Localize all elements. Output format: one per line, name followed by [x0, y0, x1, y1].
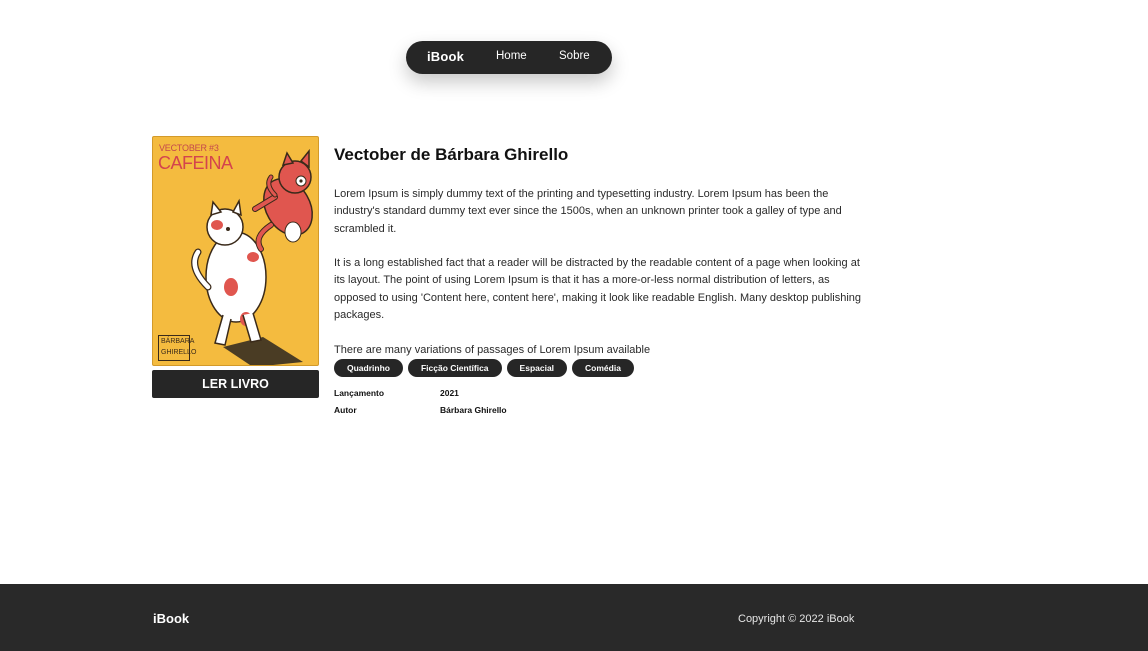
book-description-paragraph-1: Lorem Ipsum is simply dummy text of the …	[334, 188, 842, 235]
nav-logo[interactable]: iBook	[427, 49, 464, 64]
book-description-paragraph-2: It is a long established fact that a rea…	[334, 257, 862, 321]
read-book-button[interactable]: LER LIVRO	[152, 370, 319, 398]
author-label: Autor	[334, 405, 357, 415]
release-value: 2021	[440, 388, 459, 398]
cover-author-mark: BÁRBARA GHIRELLO	[158, 335, 196, 361]
book-title: Vectober de Bárbara Ghirello	[334, 145, 569, 164]
cover-title: CAFEINA	[158, 153, 233, 173]
book-description-paragraph-3: There are many variations of passages of…	[334, 344, 651, 356]
page-footer: iBook Copyright © 2022 iBook	[0, 584, 1148, 651]
author-value: Bárbara Ghirello	[440, 405, 507, 415]
genre-tags: Quadrinho Ficção Científica Espacial Com…	[334, 359, 634, 377]
tag-espacial[interactable]: Espacial	[506, 359, 568, 377]
release-label: Lançamento	[334, 388, 385, 398]
nav-link-home[interactable]: Home	[496, 50, 527, 62]
tag-comedia[interactable]: Comédia	[572, 359, 634, 377]
tag-quadrinho[interactable]: Quadrinho	[334, 359, 403, 377]
nav-link-sobre[interactable]: Sobre	[559, 50, 590, 62]
cover-series-label: VECTOBER #3	[159, 143, 219, 153]
footer-logo[interactable]: iBook	[153, 611, 189, 626]
footer-copyright: Copyright © 2022 iBook	[738, 613, 855, 625]
book-cover: VECTOBER #3 CAFEINA BÁRBARA GHIRELLO	[152, 136, 319, 366]
top-navbar: iBook Home Sobre	[406, 41, 612, 74]
tag-ficcao-cientifica[interactable]: Ficção Científica	[407, 359, 502, 377]
